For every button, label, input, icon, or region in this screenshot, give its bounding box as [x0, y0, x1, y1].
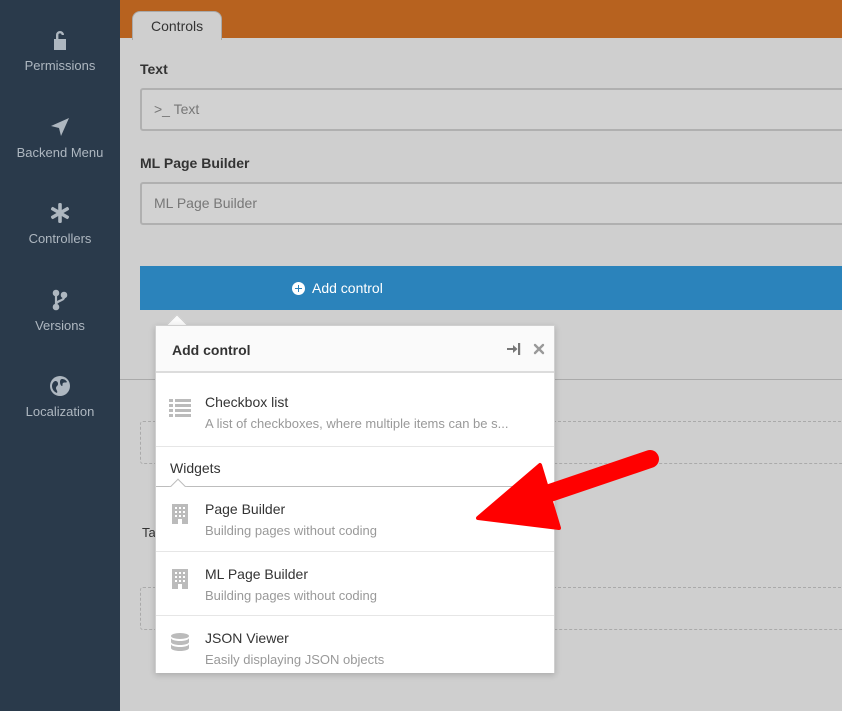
item-description: Easily displaying JSON objects: [205, 652, 385, 667]
globe-icon: [48, 374, 72, 398]
sign-in-icon[interactable]: [506, 341, 522, 357]
add-control-button[interactable]: Add control: [140, 266, 842, 310]
sidebar-item-label: Permissions: [24, 58, 96, 73]
sidebar-item-permissions[interactable]: Permissions: [0, 28, 120, 73]
text-field-label: Text: [140, 61, 168, 77]
text-field[interactable]: >_ Text: [140, 88, 842, 131]
item-description: Building pages without coding: [205, 588, 378, 603]
sidebar: Permissions Backend Menu Controllers Ver…: [0, 0, 120, 711]
item-description: A list of checkboxes, where multiple ite…: [205, 416, 509, 431]
add-control-popup: Add control Checkbox list A list of chec…: [155, 325, 555, 673]
plus-circle-icon: [292, 281, 305, 295]
sidebar-item-label: Versions: [35, 318, 85, 333]
ml-page-builder-label: ML Page Builder: [140, 155, 250, 171]
popup-title: Add control: [172, 342, 251, 358]
partial-label: Ta: [142, 525, 156, 540]
item-title: JSON Viewer: [205, 630, 289, 646]
sidebar-item-label: Localization: [25, 404, 95, 419]
location-arrow-icon: [48, 115, 72, 139]
item-title: ML Page Builder: [205, 566, 308, 582]
asterisk-icon: [48, 201, 72, 225]
list-item-ml-page-builder[interactable]: ML Page Builder Building pages without c…: [156, 551, 554, 615]
group-header-widgets: Widgets: [156, 446, 554, 487]
unlock-icon: [48, 28, 72, 52]
top-bar: [120, 0, 842, 38]
code-branch-icon: [48, 288, 72, 312]
sidebar-item-localization[interactable]: Localization: [0, 374, 120, 419]
ml-page-builder-field[interactable]: ML Page Builder: [140, 182, 842, 225]
item-description: Building pages without coding: [205, 523, 378, 538]
list-item-page-builder[interactable]: Page Builder Building pages without codi…: [156, 487, 554, 551]
item-title: Page Builder: [205, 501, 286, 517]
popup-header: Add control: [156, 326, 554, 373]
sidebar-item-backend-menu[interactable]: Backend Menu: [0, 115, 120, 160]
list-item-checkbox-list[interactable]: Checkbox list A list of checkboxes, wher…: [156, 380, 554, 446]
building-icon: [168, 567, 192, 591]
sidebar-item-controllers[interactable]: Controllers: [0, 201, 120, 246]
group-label: Widgets: [170, 460, 221, 476]
item-title: Checkbox list: [205, 394, 289, 410]
add-control-label: Add control: [312, 280, 383, 296]
building-icon: [168, 502, 192, 526]
close-icon[interactable]: [531, 341, 547, 357]
list-icon: [168, 396, 192, 420]
sidebar-item-label: Backend Menu: [16, 145, 104, 160]
sidebar-item-label: Controllers: [28, 231, 92, 246]
list-item-json-viewer[interactable]: JSON Viewer Easily displaying JSON objec…: [156, 615, 554, 673]
sidebar-item-versions[interactable]: Versions: [0, 288, 120, 333]
database-icon: [168, 631, 192, 655]
tab-controls[interactable]: Controls: [132, 11, 223, 40]
